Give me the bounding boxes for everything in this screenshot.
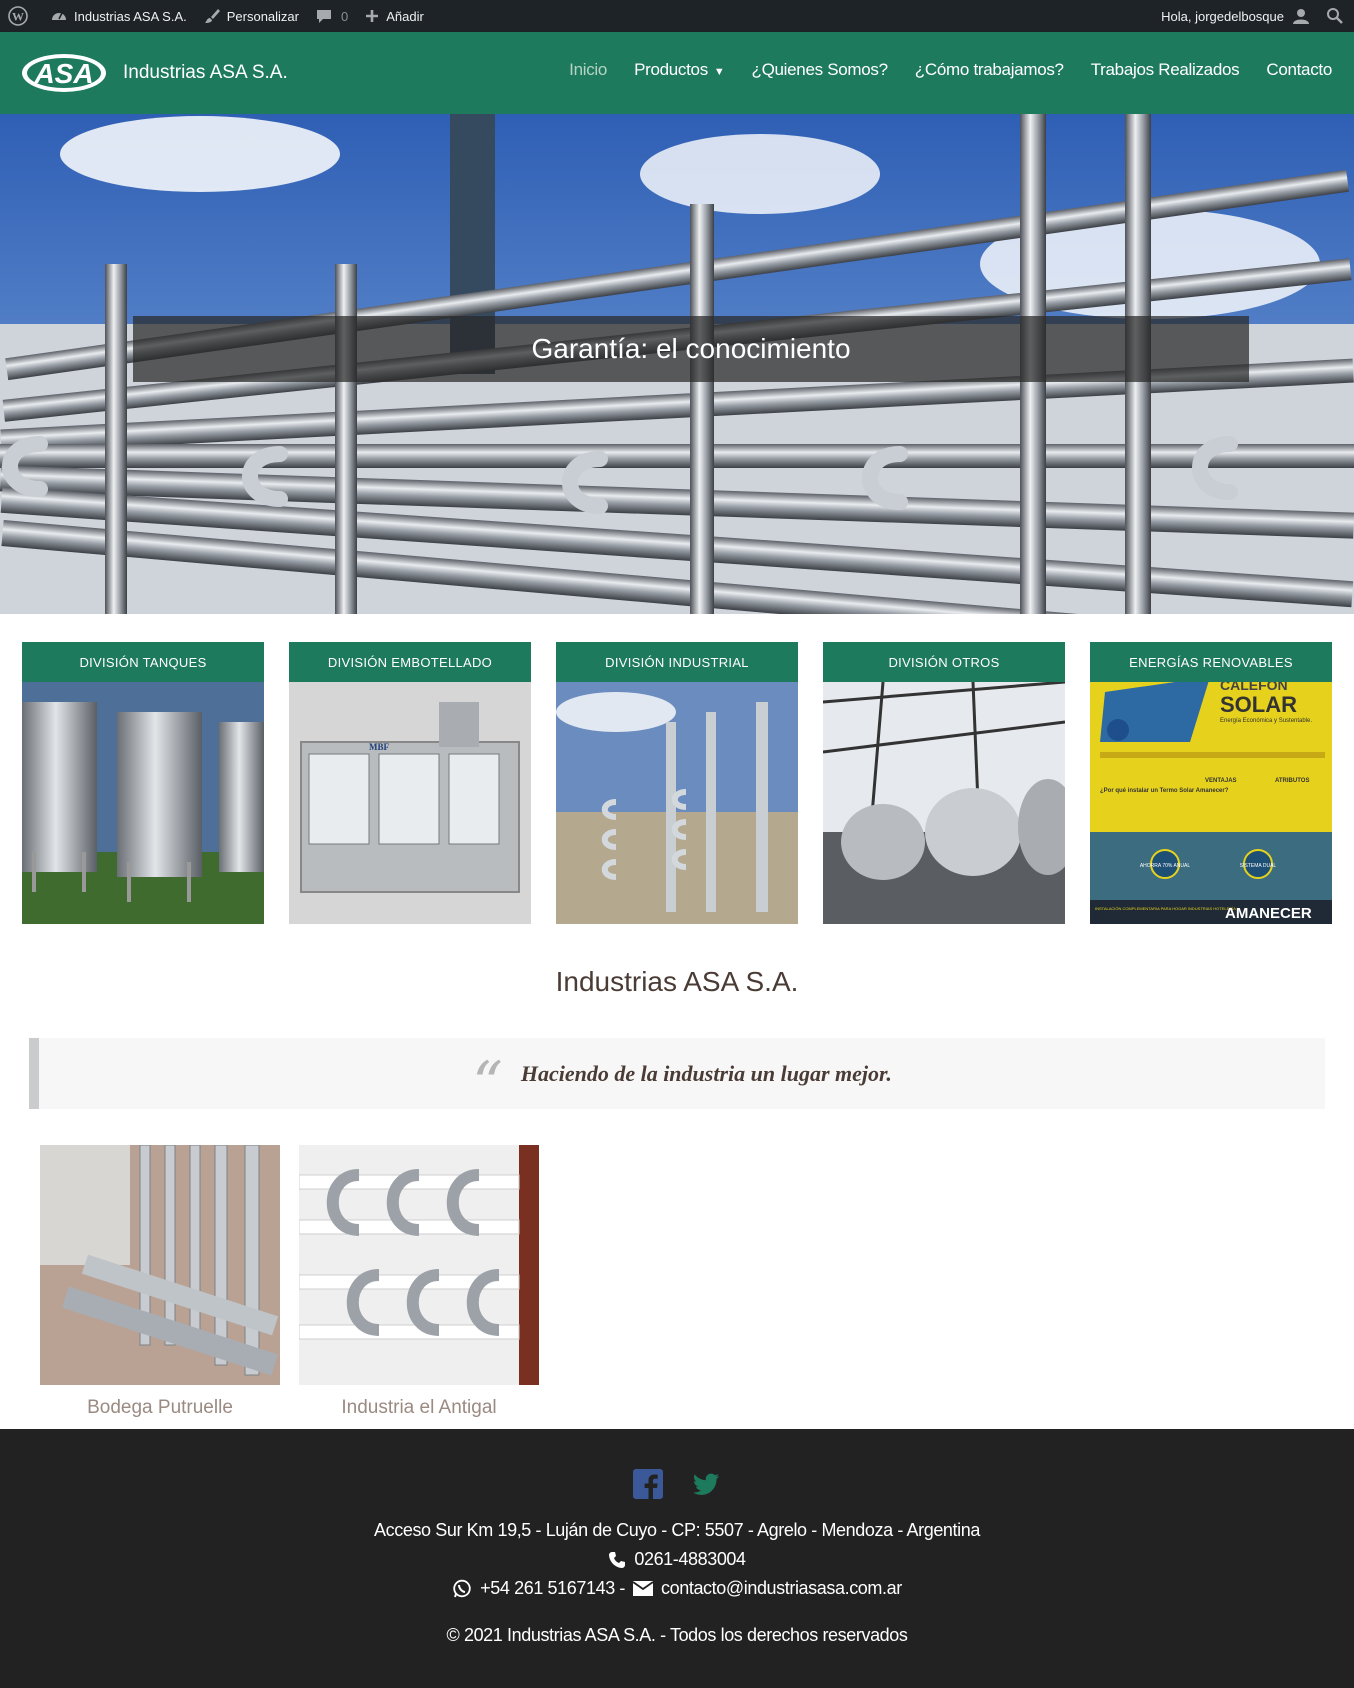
nav-trabajos-realizados[interactable]: Trabajos Realizados (1091, 60, 1240, 80)
facebook-icon (633, 1469, 663, 1499)
ad-dual-badge: SISTEMA DUAL (1240, 863, 1277, 869)
site-title[interactable]: Industrias ASA S.A. (123, 62, 288, 84)
site-footer: Acceso Sur Km 19,5 - Luján de Cuyo - CP:… (0, 1429, 1354, 1688)
nav-productos-label: Productos (634, 60, 708, 79)
work-card-industria-el-antigal[interactable]: Industria el Antigal (299, 1145, 539, 1419)
division-card-tanques[interactable]: DIVISIÓN TANQUES (22, 642, 264, 924)
division-image-industrial (556, 682, 798, 924)
division-title: DIVISIÓN INDUSTRIAL (556, 642, 798, 682)
plus-icon (366, 10, 379, 22)
wordpress-menu[interactable]: W (0, 0, 42, 32)
nav-como-trabajamos[interactable]: ¿Cómo trabajamos? (915, 60, 1064, 80)
customize-label: Personalizar (226, 8, 299, 24)
comment-icon (317, 10, 331, 23)
wordpress-icon: W (8, 6, 28, 26)
site-name-link[interactable]: Industrias ASA S.A. (42, 0, 195, 32)
site-name-label: Industrias ASA S.A. (74, 8, 187, 24)
greeting-label: Hola, jorgedelbosque (1161, 8, 1284, 24)
comments-link[interactable]: 0 (307, 0, 356, 32)
division-card-energias-renovables[interactable]: ENERGÍAS RENOVABLES CALEFÓN SOLAR Energí… (1090, 642, 1332, 924)
svg-text:W: W (12, 10, 24, 24)
work-caption[interactable]: Bodega Putruelle (40, 1397, 280, 1419)
ad-headline-solar: SOLAR (1220, 692, 1297, 717)
division-card-embotellado[interactable]: DIVISIÓN EMBOTELLADO MBF (289, 642, 531, 924)
comments-count: 0 (341, 8, 349, 24)
footer-contact-line: +54 261 5167143 - contacto@industriasasa… (0, 1578, 1354, 1599)
phone-icon (609, 1551, 626, 1568)
add-new-link[interactable]: Añadir (356, 0, 432, 32)
ad-brand-amanecer: AMANECER (1225, 905, 1312, 922)
nav-inicio[interactable]: Inicio (569, 60, 607, 80)
nav-productos[interactable]: Productos ▼ (634, 60, 725, 80)
division-image-calefon-solar-ad: CALEFÓN SOLAR Energía Económica y Susten… (1090, 682, 1332, 924)
division-image-tanques (22, 682, 264, 924)
admin-search-button[interactable] (1318, 0, 1354, 32)
brush-icon (204, 9, 220, 23)
hero-slider[interactable]: Garantía: el conocimiento (0, 114, 1354, 614)
customize-link[interactable]: Personalizar (195, 0, 307, 32)
ad-ventajas: VENTAJAS (1205, 778, 1237, 784)
division-image-otros (823, 682, 1065, 924)
add-new-label: Añadir (386, 8, 424, 24)
nav-contacto[interactable]: Contacto (1266, 60, 1332, 80)
ad-question: ¿Por qué instalar un Termo Solar Amanece… (1100, 788, 1229, 794)
work-image-industria-el-antigal (299, 1145, 539, 1385)
work-card-bodega-putruelle[interactable]: Bodega Putruelle (40, 1145, 280, 1419)
facebook-link[interactable] (633, 1469, 663, 1504)
division-image-embotellado: MBF (289, 682, 531, 924)
work-caption[interactable]: Industria el Antigal (299, 1397, 539, 1419)
main-nav: Inicio Productos ▼ ¿Quienes Somos? ¿Cómo … (542, 60, 1332, 80)
hero-caption: Garantía: el conocimiento (133, 316, 1249, 382)
nav-quienes-somos[interactable]: ¿Quienes Somos? (752, 60, 889, 80)
chevron-down-icon: ▼ (713, 66, 725, 78)
footer-whatsapp[interactable]: +54 261 5167143 - (480, 1578, 625, 1599)
blockquote: “ Haciendo de la industria un lugar mejo… (29, 1038, 1325, 1119)
footer-phone-line: 0261-4883004 (0, 1549, 1354, 1570)
dashboard-icon (52, 12, 66, 20)
logo-text: ASA (33, 58, 93, 89)
quote-mark-icon: “ (472, 1048, 503, 1119)
division-card-otros[interactable]: DIVISIÓN OTROS (823, 642, 1065, 924)
mbf-label: MBF (369, 742, 389, 752)
envelope-icon (633, 1581, 654, 1596)
asa-logo[interactable]: ASA (20, 52, 108, 94)
ad-footer-text: INSTALACIÓN COMPLEMENTARIA PARA HOGAR IN… (1095, 906, 1236, 911)
site-header: ASA Industrias ASA S.A. Inicio Productos… (0, 32, 1354, 114)
division-card-industrial[interactable]: DIVISIÓN INDUSTRIAL (556, 642, 798, 924)
footer-address: Acceso Sur Km 19,5 - Luján de Cuyo - CP:… (374, 1520, 980, 1540)
division-title: DIVISIÓN TANQUES (22, 642, 264, 682)
twitter-link[interactable] (691, 1469, 721, 1504)
division-title: DIVISIÓN OTROS (823, 642, 1065, 682)
admin-bar: W Industrias ASA S.A. Personalizar 0 Aña… (0, 0, 1354, 32)
division-title: ENERGÍAS RENOVABLES (1090, 642, 1332, 682)
search-icon (1327, 8, 1343, 24)
whatsapp-icon (453, 1579, 471, 1597)
ad-ahorra-badge: AHORRA 70% ANUAL (1140, 863, 1191, 869)
quote-text: Haciendo de la industria un lugar mejor. (520, 1060, 892, 1086)
division-title: DIVISIÓN EMBOTELLADO (289, 642, 531, 682)
twitter-icon (693, 1473, 719, 1495)
user-icon (1293, 9, 1309, 24)
ad-subheadline: Energía Económica y Sustentable. (1220, 718, 1312, 724)
footer-email[interactable]: contacto@industriasasa.com.ar (661, 1578, 902, 1599)
ad-atributos: ATRIBUTOS (1275, 778, 1309, 784)
account-menu[interactable]: Hola, jorgedelbosque (1153, 0, 1318, 32)
social-links (0, 1469, 1354, 1504)
footer-copyright: © 2021 Industrias ASA S.A. - Todos los d… (446, 1625, 908, 1645)
footer-phone[interactable]: 0261-4883004 (634, 1549, 746, 1570)
section-title: Industrias ASA S.A. (555, 966, 799, 997)
work-image-bodega-putruelle (40, 1145, 280, 1385)
